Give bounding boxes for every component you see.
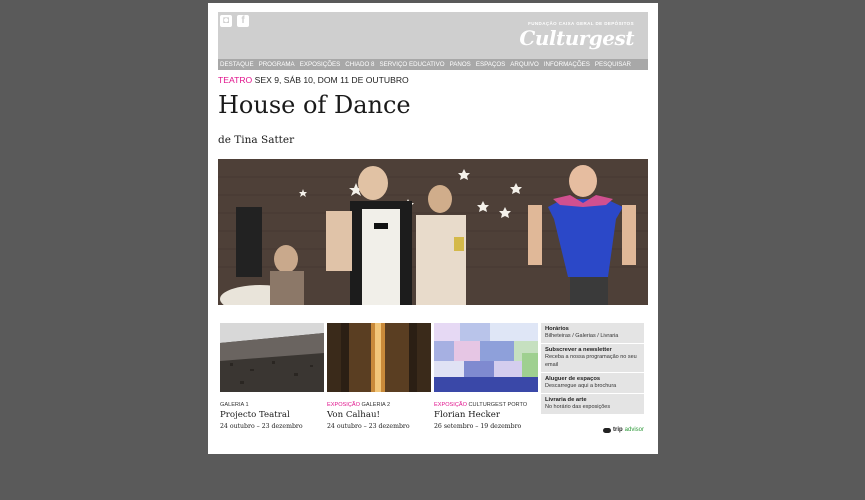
card-title[interactable]: Von Calhau! bbox=[327, 410, 431, 420]
nav-item-informacoes[interactable]: INFORMAÇÕES bbox=[544, 61, 590, 68]
tripadvisor-part2: advisor bbox=[624, 427, 644, 433]
hero-illustration bbox=[218, 159, 648, 305]
card-place: CULTURGEST PORTO bbox=[468, 402, 528, 408]
info-sidebar: Horários Bilheteiras / Galerias / Livrar… bbox=[541, 323, 644, 415]
info-sub: Bilheteiras / Galerias / Livraria bbox=[545, 333, 619, 339]
info-sub: Descarregue aqui a brochura bbox=[545, 383, 617, 389]
masthead: ◘ f FUNDAÇÃO CAIXA GERAL DE DEPÓSITOS Cu… bbox=[218, 12, 648, 59]
event-dates: SEX 9, SÁB 10, DOM 11 DE OUTUBRO bbox=[254, 75, 409, 85]
card-title[interactable]: Projecto Teatral bbox=[220, 410, 324, 420]
nav-item-pesquisar[interactable]: PESQUISAR bbox=[595, 61, 631, 68]
card-image-pixels bbox=[434, 323, 538, 392]
nav-item-servico-educativo[interactable]: SERVIÇO EDUCATIVO bbox=[380, 61, 445, 68]
info-livraria[interactable]: Livraria de arte No horário das exposiçõ… bbox=[541, 394, 644, 415]
card-place: GALERIA 1 bbox=[220, 402, 249, 408]
info-newsletter[interactable]: Subscrever a newsletter Receba a nossa p… bbox=[541, 344, 644, 373]
card-place: GALERIA 2 bbox=[361, 402, 391, 408]
nav-item-panos[interactable]: PANOS bbox=[450, 61, 471, 68]
page: ◘ f FUNDAÇÃO CAIXA GERAL DE DEPÓSITOS Cu… bbox=[208, 3, 658, 454]
card-thumbnail[interactable] bbox=[327, 323, 431, 392]
nav-item-arquivo[interactable]: ARQUIVO bbox=[510, 61, 539, 68]
tripadvisor-badge[interactable]: trip advisor bbox=[602, 427, 644, 433]
main-nav: DESTAQUE PROGRAMA EXPOSIÇÕES CHIADO 8 SE… bbox=[218, 59, 648, 70]
facebook-icon[interactable]: f bbox=[237, 15, 249, 27]
card-dates: 24 outubro – 23 dezembro bbox=[327, 423, 410, 430]
nav-item-destaque[interactable]: DESTAQUE bbox=[220, 61, 254, 68]
event-meta: TEATRO SEX 9, SÁB 10, DOM 11 DE OUTUBRO bbox=[218, 75, 409, 85]
card-florian-hecker[interactable]: EXPOSIÇÃO CULTURGEST PORTO Florian Hecke… bbox=[434, 323, 538, 430]
card-projecto-teatral[interactable]: GALERIA 1 Projecto Teatral 24 outubro – … bbox=[220, 323, 324, 430]
page-title: House of Dance bbox=[218, 91, 411, 119]
social-links: ◘ f bbox=[220, 15, 249, 27]
card-image-light bbox=[327, 323, 431, 392]
event-category[interactable]: TEATRO bbox=[218, 75, 252, 85]
nav-item-programa[interactable]: PROGRAMA bbox=[259, 61, 295, 68]
card-label: EXPOSIÇÃO GALERIA 2 bbox=[327, 402, 431, 408]
nav-item-chiado[interactable]: CHIADO 8 bbox=[345, 61, 374, 68]
card-category: EXPOSIÇÃO bbox=[327, 402, 360, 408]
tripadvisor-part1: trip bbox=[612, 427, 623, 433]
card-thumbnail[interactable] bbox=[220, 323, 324, 392]
site-logo[interactable]: Culturgest bbox=[519, 26, 634, 50]
card-dates: 26 setembro – 19 dezembro bbox=[434, 423, 522, 430]
card-category: EXPOSIÇÃO bbox=[434, 402, 467, 408]
info-sub: No horário das exposições bbox=[545, 404, 611, 410]
card-image-stone bbox=[220, 323, 324, 392]
hero-image bbox=[218, 159, 648, 305]
owl-icon bbox=[602, 427, 611, 433]
card-label: EXPOSIÇÃO CULTURGEST PORTO bbox=[434, 402, 538, 408]
info-horarios[interactable]: Horários Bilheteiras / Galerias / Livrar… bbox=[541, 323, 644, 344]
info-aluguer[interactable]: Aluguer de espaços Descarregue aqui a br… bbox=[541, 373, 644, 394]
card-dates: 24 outubro – 23 dezembro bbox=[220, 423, 303, 430]
card-von-calhau[interactable]: EXPOSIÇÃO GALERIA 2 Von Calhau! 24 outub… bbox=[327, 323, 431, 430]
info-sub: Receba a nossa programação no seu email bbox=[545, 354, 637, 368]
nav-item-exposicoes[interactable]: EXPOSIÇÕES bbox=[300, 61, 341, 68]
instagram-icon[interactable]: ◘ bbox=[220, 15, 232, 27]
card-label: GALERIA 1 bbox=[220, 402, 324, 408]
card-title[interactable]: Florian Hecker bbox=[434, 410, 538, 420]
nav-item-espacos[interactable]: ESPAÇOS bbox=[476, 61, 505, 68]
event-author: de Tina Satter bbox=[218, 134, 295, 146]
card-thumbnail[interactable] bbox=[434, 323, 538, 392]
